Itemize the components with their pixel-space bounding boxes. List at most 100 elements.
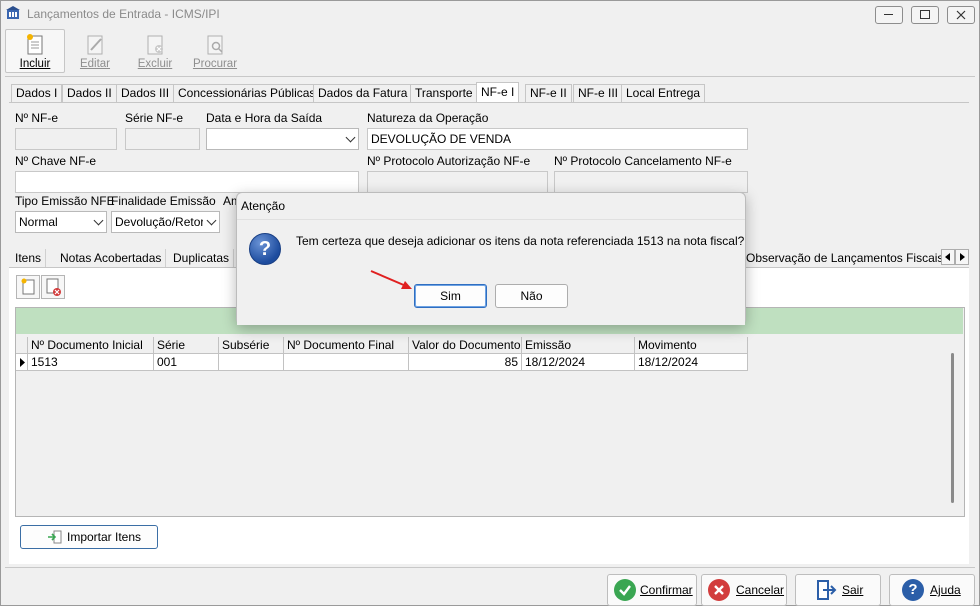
grid-header-doc-final[interactable]: Nº Documento Final	[284, 337, 409, 354]
grid-cell[interactable]: 1513	[28, 354, 154, 371]
confirmar-button[interactable]: Confirmar	[607, 574, 697, 606]
delete-document-icon	[46, 278, 61, 296]
exit-door-icon	[817, 580, 837, 600]
tab-nfe-ii[interactable]: NF-e II	[525, 84, 572, 102]
editar-button[interactable]: Editar	[65, 29, 125, 73]
toolbar-divider	[5, 76, 975, 77]
grid-header-doc-inicial[interactable]: Nº Documento Inicial	[28, 337, 154, 354]
tab-dados-iii[interactable]: Dados III	[116, 84, 175, 102]
chevron-down-icon	[345, 132, 356, 143]
finalidade-combo[interactable]: Devolução/Retor	[111, 211, 220, 233]
chevron-down-icon	[93, 215, 104, 226]
nf-field[interactable]	[15, 128, 117, 150]
title-bar: Lançamentos de Entrada - ICMS/IPI	[1, 1, 979, 27]
subtab-duplicatas[interactable]: Duplicatas	[169, 249, 235, 267]
help-icon: ?	[902, 579, 924, 601]
grid-header-serie[interactable]: Série	[154, 337, 219, 354]
incluir-label: Incluir	[19, 58, 51, 70]
red-arrow-annotation-icon	[370, 270, 412, 289]
tab-transporte[interactable]: Transporte	[410, 84, 478, 102]
maximize-icon	[920, 10, 930, 19]
finalidade-value: Devolução/Retor	[115, 215, 203, 229]
confirmar-label: Confirmar	[640, 583, 693, 597]
grid-scrollbar[interactable]	[951, 353, 954, 503]
prot-aut-field[interactable]	[367, 171, 548, 193]
add-document-icon	[21, 278, 35, 295]
serie-field[interactable]	[125, 128, 200, 150]
grid-cell[interactable]: 18/12/2024	[635, 354, 748, 371]
close-icon	[956, 10, 966, 20]
edit-document-icon	[87, 35, 103, 55]
tipo-emissao-value: Normal	[19, 215, 58, 229]
maximize-button[interactable]	[911, 6, 939, 24]
add-item-button[interactable]	[16, 275, 40, 299]
incluir-button[interactable]: Incluir	[5, 29, 65, 73]
ajuda-button[interactable]: ? Ajuda	[889, 574, 975, 606]
grid-header-emissao[interactable]: Emissão	[522, 337, 635, 354]
tab-local-entrega[interactable]: Local Entrega	[621, 84, 706, 102]
tab-nfe-i[interactable]: NF-e I	[476, 82, 520, 103]
serie-label: Série NF-e	[125, 111, 184, 125]
grid-header-valor[interactable]: Valor do Documento	[409, 337, 522, 354]
tab-dados-ii[interactable]: Dados II	[62, 84, 117, 102]
natureza-field[interactable]: DEVOLUÇÃO DE VENDA	[367, 128, 748, 150]
natureza-value: DEVOLUÇÃO DE VENDA	[371, 132, 512, 146]
minimize-button[interactable]	[875, 6, 903, 24]
bottom-divider	[5, 567, 975, 568]
sair-button[interactable]: Sair	[795, 574, 881, 606]
chave-field[interactable]	[15, 171, 359, 193]
subtab-notas-acobertadas[interactable]: Notas Acobertadas	[56, 249, 167, 267]
caret-right-icon	[960, 253, 965, 261]
subtab-itens[interactable]: Itens	[11, 249, 47, 267]
current-row-icon	[20, 358, 25, 367]
excluir-label: Excluir	[137, 58, 173, 70]
sair-label: Sair	[842, 583, 864, 597]
procurar-button[interactable]: Procurar	[185, 29, 245, 73]
tab-scroll-left-button[interactable]	[941, 249, 955, 265]
cancelar-button[interactable]: Cancelar	[701, 574, 787, 606]
chevron-down-icon	[206, 215, 217, 226]
cancel-icon	[708, 579, 730, 601]
app-building-icon	[6, 6, 20, 19]
tab-dados-i[interactable]: Dados I	[11, 84, 63, 102]
nao-button[interactable]: Não	[495, 284, 568, 308]
grid-header-movimento[interactable]: Movimento	[635, 337, 748, 354]
import-icon	[48, 530, 62, 544]
dialog-message: Tem certeza que deseja adicionar os iten…	[296, 234, 745, 248]
question-icon: ?	[249, 233, 281, 265]
chave-label: Nº Chave NF-e	[15, 154, 97, 168]
importar-itens-button[interactable]: Importar Itens	[20, 525, 158, 549]
grid-header-subserie[interactable]: Subsérie	[219, 337, 284, 354]
grid-cell[interactable]	[284, 354, 409, 371]
search-document-icon	[207, 35, 223, 55]
tipo-emissao-combo[interactable]: Normal	[15, 211, 107, 233]
grid-cell[interactable]: 85	[409, 354, 522, 371]
data-saida-combo[interactable]	[206, 128, 359, 150]
grid-corner	[16, 337, 28, 354]
tab-scroll-right-button[interactable]	[955, 249, 969, 265]
tab-nfe-iii[interactable]: NF-e III	[573, 84, 624, 102]
new-document-icon	[27, 34, 43, 55]
subtab-observacao[interactable]: Observação de Lançamentos Fiscais (C	[742, 249, 947, 267]
grid-cell[interactable]: 001	[154, 354, 219, 371]
data-saida-label: Data e Hora da Saída	[206, 111, 323, 125]
sim-button[interactable]: Sim	[414, 284, 487, 308]
tab-concessionarias[interactable]: Concessionárias Públicas	[173, 84, 321, 102]
tab-dados-fatura[interactable]: Dados da Fatura	[313, 84, 413, 102]
prot-aut-label: Nº Protocolo Autorização NF-e	[367, 154, 531, 168]
prot-canc-label: Nº Protocolo Cancelamento NF-e	[554, 154, 732, 168]
natureza-label: Natureza da Operação	[367, 111, 489, 125]
grid-cell[interactable]	[219, 354, 284, 371]
close-button[interactable]	[947, 6, 975, 24]
finalidade-label: Finalidade Emissão	[111, 194, 216, 208]
editar-label: Editar	[79, 58, 111, 70]
grid-cell[interactable]: 18/12/2024	[522, 354, 635, 371]
remove-item-button[interactable]	[41, 275, 65, 299]
row-indicator[interactable]	[16, 354, 28, 371]
minimize-icon	[884, 14, 893, 15]
excluir-button[interactable]: Excluir	[125, 29, 185, 73]
confirmation-dialog: Atenção ? Tem certeza que deseja adicion…	[236, 192, 746, 325]
prot-canc-field[interactable]	[554, 171, 748, 193]
procurar-label: Procurar	[192, 58, 238, 70]
dialog-title: Atenção	[241, 199, 286, 213]
